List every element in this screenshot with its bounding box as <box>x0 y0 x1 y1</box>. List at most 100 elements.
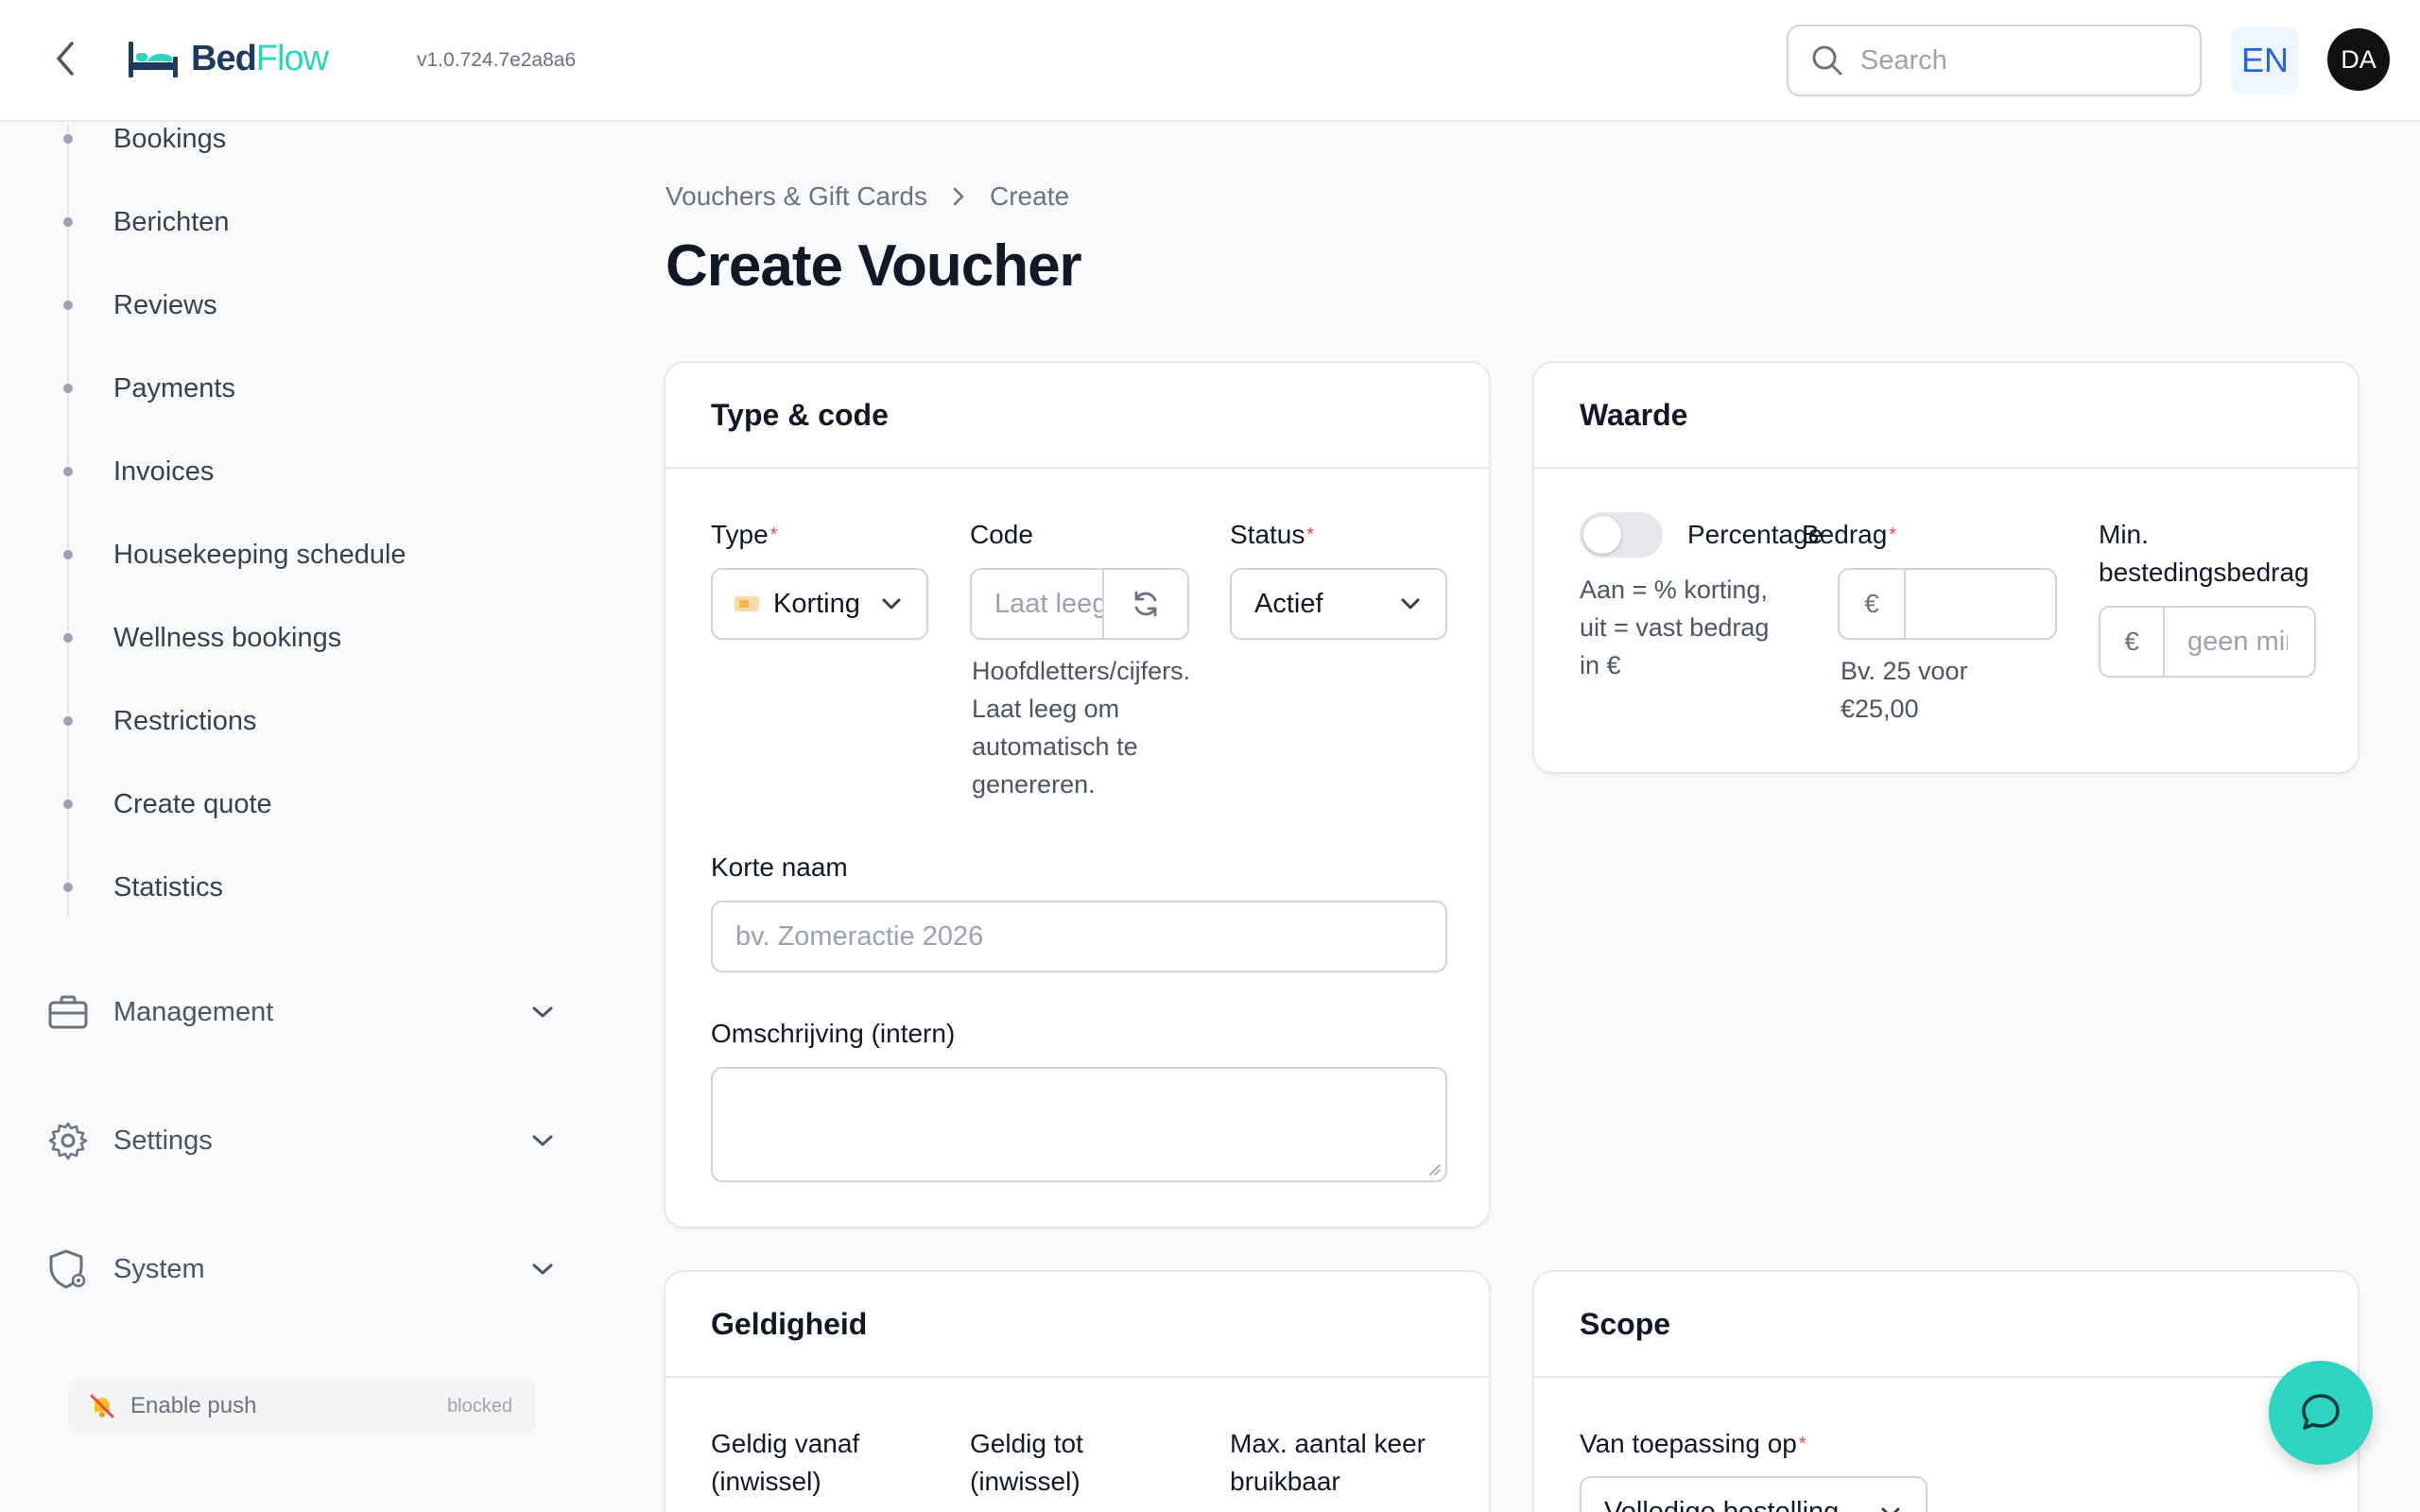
sidebar-item-wellness-bookings[interactable]: Wellness bookings <box>113 619 341 657</box>
search-input[interactable]: Search <box>1787 25 2202 96</box>
short-name-input[interactable]: bv. Zomeractie 2026 <box>711 901 1447 972</box>
gear-icon <box>47 1120 89 1161</box>
nav-bullet <box>63 799 73 809</box>
applies-to-label-text: Van toepassing op <box>1580 1429 1797 1458</box>
nav-bullet <box>63 384 73 393</box>
required-marker: * <box>1306 524 1315 545</box>
type-label: Type * <box>711 516 778 554</box>
required-marker: * <box>769 524 778 545</box>
page-title: Create Voucher <box>666 233 1082 299</box>
type-code-card: Type & code Type * Korting Code Laat leeg… <box>664 361 1491 1228</box>
sidebar-group-settings[interactable]: Settings <box>47 1114 558 1167</box>
nav-bullet <box>63 217 73 227</box>
brand-logo[interactable]: BedFlow <box>127 34 329 83</box>
app-version: v1.0.724.7e2a8a6 <box>417 49 577 71</box>
amount-label-text: Bedrag <box>1802 520 1888 549</box>
code-hint: Hoofdletters/cijfers. Laat leeg om autom… <box>972 652 1190 803</box>
code-label: Code <box>970 520 1033 549</box>
bell-off-icon <box>90 1394 114 1418</box>
language-switcher[interactable]: EN <box>2231 26 2299 94</box>
min-spend-input[interactable]: € geen minimum <box>2099 606 2316 678</box>
sidebar-group-management[interactable]: Management <box>47 986 558 1039</box>
user-avatar[interactable]: DA <box>2327 28 2390 91</box>
valid-from-label-line: Geldig vanaf <box>711 1429 860 1458</box>
sidebar-group-label: Management <box>113 996 274 1027</box>
applies-to-label: Van toepassing op * <box>1580 1425 1806 1463</box>
applies-to-select[interactable]: Volledige bestelling <box>1580 1476 1927 1512</box>
waarde-card: Waarde Percentage Aan = % korting, uit =… <box>1532 361 2360 774</box>
sidebar-item-housekeeping-schedule[interactable]: Housekeeping schedule <box>113 536 406 574</box>
push-state: blocked <box>447 1395 512 1417</box>
description-label: Omschrijving (intern) <box>711 1019 956 1048</box>
briefcase-icon <box>47 991 89 1033</box>
valid-to-label-line: (inwissel) <box>970 1467 1080 1496</box>
status-select[interactable]: Actief <box>1230 568 1447 640</box>
nav-bullet <box>63 633 73 643</box>
description-textarea[interactable] <box>711 1067 1447 1182</box>
sidebar-item-restrictions[interactable]: Restrictions <box>113 702 257 740</box>
percentage-hint-line: Aan = % korting, <box>1580 576 1768 604</box>
resize-handle-icon[interactable] <box>1426 1161 1442 1177</box>
card-title: Waarde <box>1534 363 2358 469</box>
type-value: Korting <box>773 588 860 619</box>
regenerate-code-button[interactable] <box>1102 570 1187 638</box>
max-uses-label-line: bruikbaar <box>1230 1467 1340 1496</box>
toggle-knob <box>1583 516 1621 554</box>
code-input[interactable]: Laat leeg <box>970 568 1189 640</box>
nav-bullet <box>63 134 73 144</box>
sidebar-group-system[interactable]: System <box>47 1243 558 1296</box>
percentage-hint-line: uit = vast bedrag <box>1580 613 1770 642</box>
percentage-hint: Aan = % korting, uit = vast bedrag in € <box>1580 571 1769 684</box>
sidebar-item-reviews[interactable]: Reviews <box>113 286 217 324</box>
required-marker: * <box>1889 524 1897 545</box>
valid-to-label: Geldig tot (inwissel) <box>970 1425 1083 1501</box>
valid-from-label-line: (inwissel) <box>711 1467 821 1496</box>
max-uses-label: Max. aantal keer bruikbaar <box>1230 1425 1426 1501</box>
breadcrumb-current: Create <box>990 181 1070 211</box>
percentage-toggle[interactable] <box>1580 512 1663 558</box>
valid-to-label-line: Geldig tot <box>970 1429 1083 1458</box>
top-bar: BedFlow v1.0.724.7e2a8a6 Search EN DA <box>0 0 2420 122</box>
sidebar-item-bookings[interactable]: Bookings <box>113 120 226 158</box>
chevron-down-icon <box>1881 1507 1900 1512</box>
valid-from-label: Geldig vanaf (inwissel) <box>711 1425 859 1501</box>
card-title: Geldigheid <box>666 1272 1489 1378</box>
status-label-text: Status <box>1230 520 1305 549</box>
chevron-down-icon <box>527 997 558 1027</box>
chat-button[interactable] <box>2269 1361 2373 1465</box>
type-label-text: Type <box>711 520 769 549</box>
enable-push-label: Enable push <box>130 1393 257 1418</box>
card-title: Scope <box>1534 1272 2358 1378</box>
chat-bubble-icon <box>2302 1394 2340 1430</box>
amount-label: Bedrag * <box>1802 516 1896 554</box>
search-icon <box>1812 45 1842 76</box>
brand-name-part2: Flow <box>255 38 329 78</box>
amount-hint-line: €25,00 <box>1841 695 1919 723</box>
percentage-hint-line: in € <box>1580 651 1621 679</box>
breadcrumb-parent[interactable]: Vouchers & Gift Cards <box>666 181 927 212</box>
sidebar-item-create-quote[interactable]: Create quote <box>113 785 272 823</box>
back-button[interactable] <box>45 38 87 79</box>
sidebar-item-berichten[interactable]: Berichten <box>113 203 230 241</box>
status-value: Actief <box>1254 588 1323 619</box>
status-label: Status * <box>1230 516 1314 554</box>
type-select[interactable]: Korting <box>711 568 928 640</box>
required-marker: * <box>1798 1434 1806 1454</box>
sidebar-item-statistics[interactable]: Statistics <box>113 868 223 906</box>
currency-prefix: € <box>1840 570 1906 638</box>
short-name-placeholder: bv. Zomeractie 2026 <box>735 920 984 952</box>
code-hint-line: automatisch te <box>972 732 1138 761</box>
ticket-icon <box>735 596 759 611</box>
card-title: Type & code <box>666 363 1489 469</box>
enable-push-button[interactable]: Enable push blocked <box>68 1377 535 1435</box>
code-hint-line: Laat leeg om <box>972 695 1120 723</box>
brand-name: BedFlow <box>191 38 329 79</box>
nav-bullet <box>63 716 73 726</box>
amount-input[interactable]: € <box>1838 568 2057 640</box>
amount-hint-line: Bv. 25 voor <box>1841 657 1968 685</box>
max-uses-label-line: Max. aantal keer <box>1230 1429 1426 1458</box>
sidebar-item-invoices[interactable]: Invoices <box>113 453 214 490</box>
chevron-down-icon <box>527 1254 558 1284</box>
applies-to-value: Volledige bestelling <box>1604 1497 1840 1512</box>
sidebar-item-payments[interactable]: Payments <box>113 369 235 407</box>
